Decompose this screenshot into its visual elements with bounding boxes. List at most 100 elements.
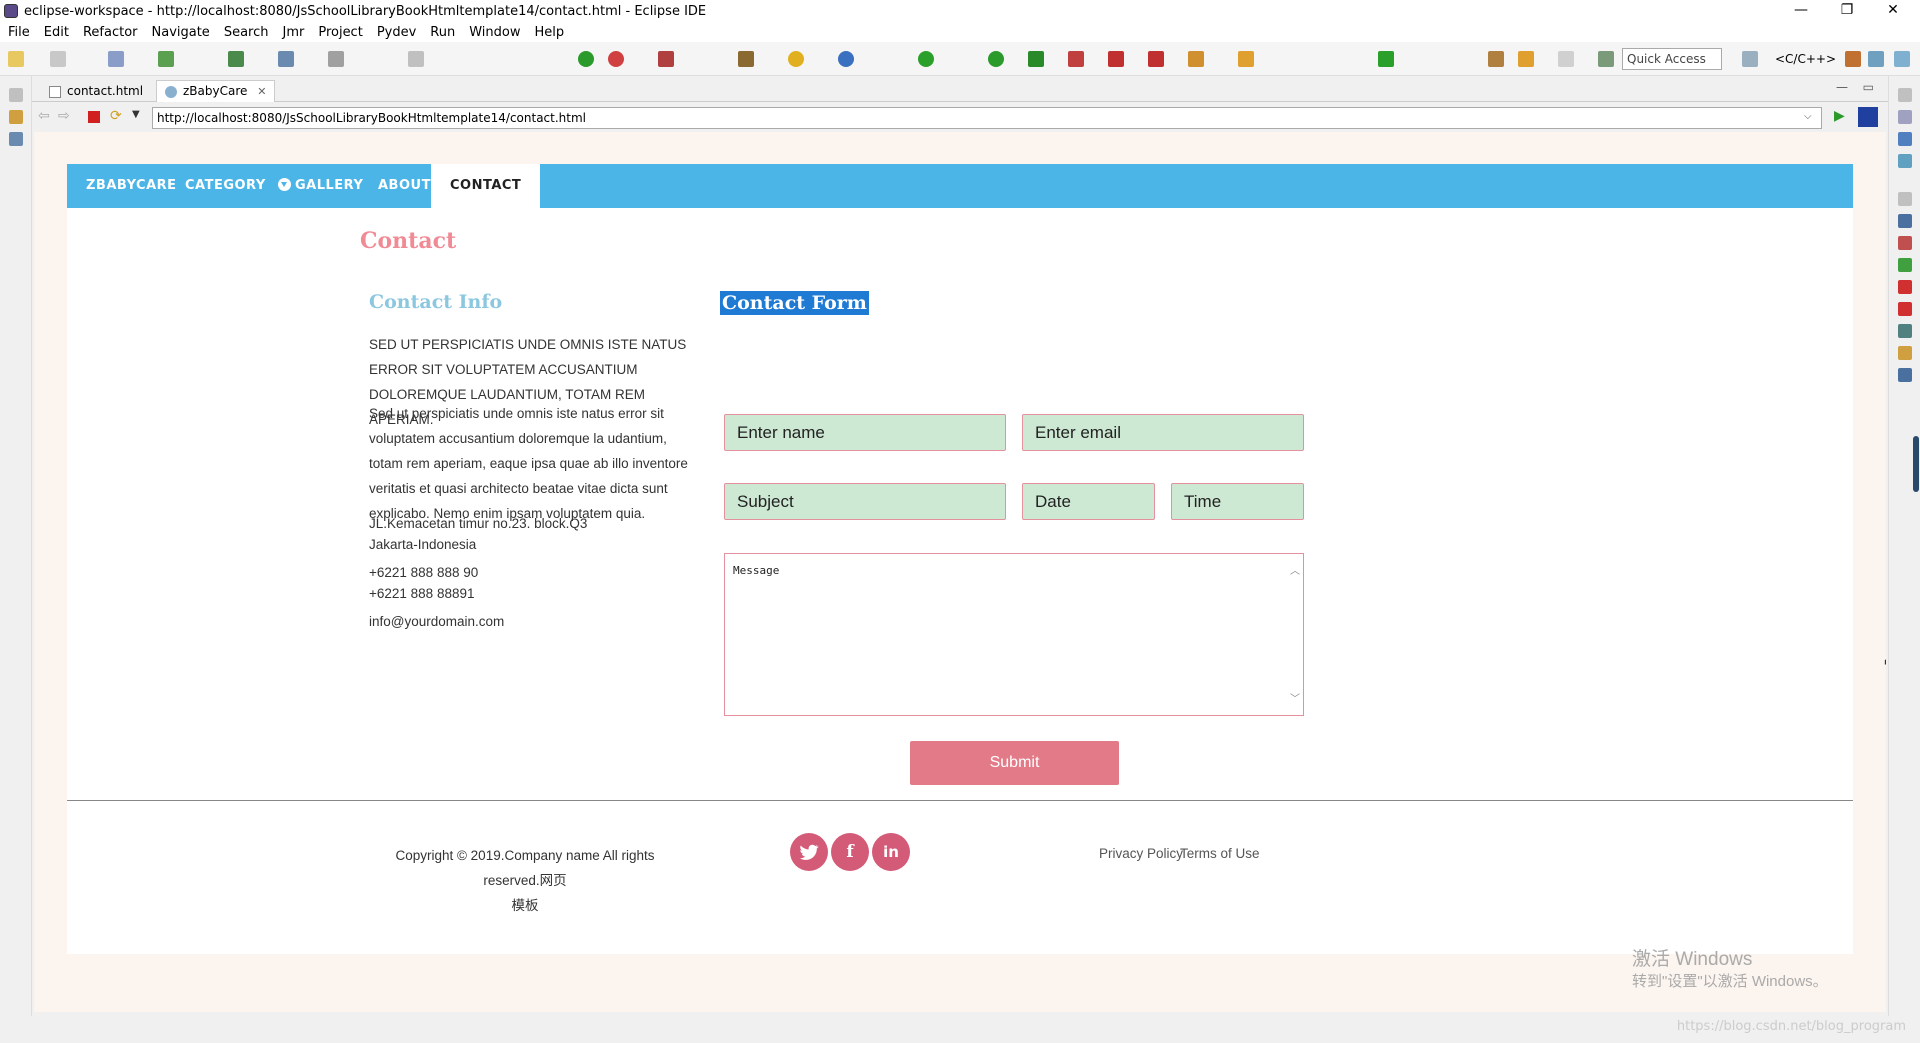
perspective-debug-icon[interactable] [1868,51,1884,67]
print-icon[interactable] [108,51,124,67]
javadoc-icon[interactable] [1898,324,1912,338]
run-config-icon[interactable] [1028,51,1044,67]
open-perspective-icon[interactable] [1598,51,1614,67]
subject-field[interactable]: Subject [724,483,1006,520]
perspective-java-icon[interactable] [1845,51,1861,67]
search-view-icon[interactable] [1898,346,1912,360]
wand-icon[interactable] [1238,51,1254,67]
privacy-policy-link[interactable]: Privacy Policy [1099,846,1183,861]
console-view-icon[interactable] [1898,280,1912,294]
minimize-editor-icon[interactable]: — [1836,80,1848,94]
copyright-line-2: 模板 [511,898,539,913]
quick-access-input[interactable]: Quick Access [1622,48,1722,70]
url-dropdown-icon[interactable]: ⌵ [1804,111,1812,122]
scroll-down-icon[interactable]: ﹀ [1290,690,1300,705]
twitter-icon[interactable] [790,833,828,871]
expressions-icon[interactable] [1898,154,1912,168]
facebook-icon[interactable]: f [831,833,869,871]
open-external-icon[interactable] [1858,107,1878,127]
console-icon[interactable] [278,51,294,67]
restore-right-icon[interactable] [1898,88,1912,102]
back-icon[interactable]: ⇦ [38,108,50,124]
textarea-scrollbar[interactable]: ︿ ﹀ [1287,554,1303,715]
variables-icon[interactable] [1898,110,1912,124]
run-icon[interactable] [988,51,1004,67]
refresh-icon[interactable] [608,51,624,67]
menu-run[interactable]: Run [430,25,455,40]
terms-of-use-link[interactable]: Terms of Use [1180,846,1260,861]
search-tool-icon[interactable] [228,51,244,67]
tasks-icon[interactable] [1898,236,1912,250]
submit-button[interactable]: Submit [910,741,1119,785]
nav-category[interactable]: CATEGORY [185,164,291,208]
close-button[interactable]: ✕ [1870,0,1916,22]
tab-contact-html[interactable]: contact.html [40,80,152,102]
nav-zbabycare[interactable]: ZBABYCARE [86,164,177,208]
message-textarea[interactable]: Message ︿ ﹀ [724,553,1304,716]
stop-load-icon[interactable] [88,111,100,123]
forward-nav-icon[interactable] [1558,51,1574,67]
menu-project[interactable]: Project [318,25,362,40]
breakpoints-icon[interactable] [1898,132,1912,146]
properties-icon[interactable] [1898,368,1912,382]
perspective-cpp[interactable]: <C/C++> [1775,52,1836,66]
build-icon[interactable] [738,51,754,67]
annotation-icon[interactable] [1378,51,1394,67]
url-input[interactable]: http://localhost:8080/JsSchoolLibraryBoo… [152,107,1822,129]
menu-search[interactable]: Search [224,25,269,40]
go-icon[interactable]: ▶ [1834,108,1845,124]
step-icon[interactable] [408,51,424,67]
nav-gallery[interactable]: GALLERY [295,164,363,208]
help-icon[interactable] [788,51,804,67]
outline-view-icon[interactable] [1898,214,1912,228]
forward-icon[interactable]: ⇨ [58,108,70,124]
nav-contact[interactable]: CONTACT [431,164,541,208]
back-nav-icon[interactable] [1488,51,1504,67]
terminal-icon[interactable] [1898,302,1912,316]
maximize-editor-icon[interactable]: ▭ [1863,80,1874,94]
tab-zbabycare[interactable]: zBabyCare ✕ [156,80,276,102]
menu-window[interactable]: Window [469,25,520,40]
history-back-icon[interactable] [1518,51,1534,67]
cursor-icon[interactable] [328,51,344,67]
package-explorer-icon[interactable] [9,110,23,124]
name-field[interactable]: Enter name [724,414,1006,451]
email-field[interactable]: Enter email [1022,414,1304,451]
menu-help[interactable]: Help [535,25,565,40]
linkedin-icon[interactable]: in [872,833,910,871]
coverage-icon[interactable] [1068,51,1084,67]
menu-navigate[interactable]: Navigate [152,25,210,40]
restore-icon[interactable] [9,88,23,102]
side-panel-handle[interactable] [1913,436,1919,492]
title-bar: eclipse-workspace - http://localhost:808… [0,0,1920,22]
external-tools-icon[interactable] [1148,51,1164,67]
chevron-down-icon[interactable]: ▼ [132,109,140,120]
minimize-button[interactable]: — [1778,0,1824,22]
menu-pydev[interactable]: Pydev [377,25,416,40]
stop-icon[interactable] [1108,51,1124,67]
menu-file[interactable]: File [8,25,30,40]
scroll-up-icon[interactable]: ︿ [1290,562,1300,577]
maximize-button[interactable]: ❐ [1824,0,1870,22]
open-folder-icon[interactable] [1188,51,1204,67]
reload-icon[interactable]: ⟳ [110,108,122,124]
globe-icon[interactable] [838,51,854,67]
menu-edit[interactable]: Edit [44,25,69,40]
perspective-web-icon[interactable] [1894,51,1910,67]
nav-about[interactable]: ABOUT [378,164,431,208]
new-icon[interactable] [8,51,24,67]
outline-icon[interactable] [158,51,174,67]
menu-refactor[interactable]: Refactor [83,25,138,40]
perspective-switch-icon[interactable] [1742,51,1758,67]
navigator-icon[interactable] [9,132,23,146]
close-tab-icon[interactable]: ✕ [257,85,266,98]
debug-icon[interactable] [578,51,594,67]
problems-icon[interactable] [1898,258,1912,272]
restore-2-icon[interactable] [1898,192,1912,206]
save-icon[interactable] [50,51,66,67]
menu-jmr[interactable]: Jmr [282,25,304,40]
status-icon[interactable] [918,51,934,67]
time-field[interactable]: Time [1171,483,1304,520]
date-field[interactable]: Date [1022,483,1155,520]
breakpoint-icon[interactable] [658,51,674,67]
